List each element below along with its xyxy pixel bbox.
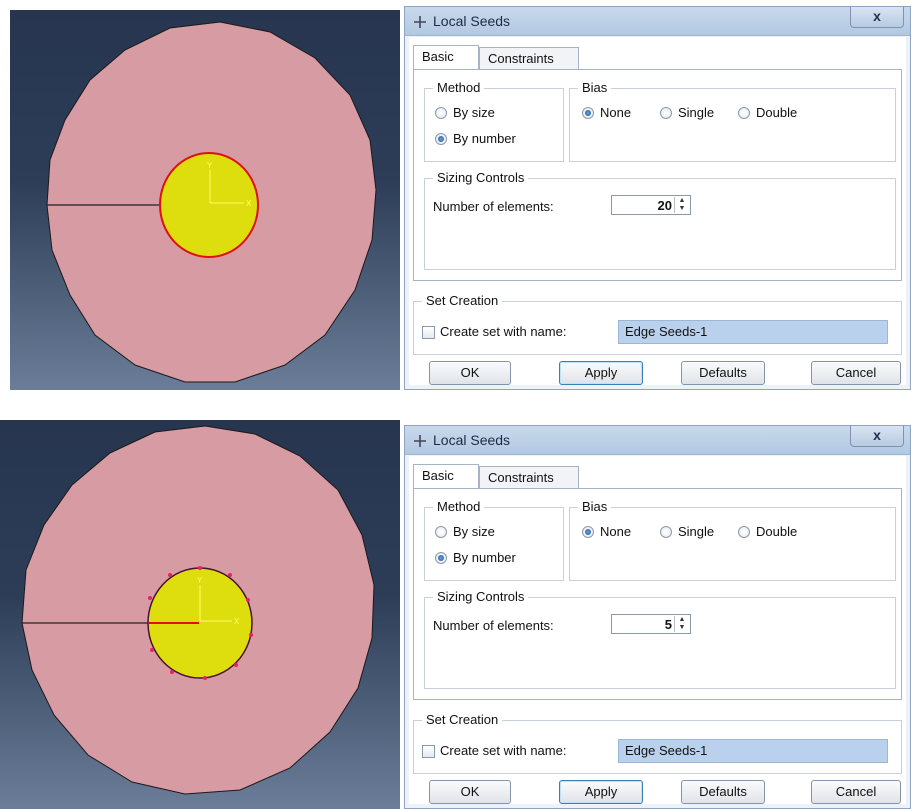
title-bar[interactable]: Local Seeds x: [405, 426, 910, 455]
axis-label-y: Y: [207, 161, 213, 170]
spin-down-icon[interactable]: ▼: [675, 624, 689, 632]
spin-up-icon[interactable]: ▲: [675, 616, 689, 624]
radio-bias-none[interactable]: None: [582, 524, 631, 539]
tab-constraints[interactable]: Constraints: [479, 466, 579, 488]
sizing-controls-group: Sizing Controls Number of elements: 20 ▲…: [424, 170, 896, 270]
radio-button[interactable]: [582, 525, 594, 538]
radio-label: Double: [756, 105, 798, 120]
spinner-buttons[interactable]: ▲ ▼: [674, 616, 689, 632]
radio-button[interactable]: [435, 132, 447, 145]
sizing-controls-group: Sizing Controls Number of elements: 5 ▲ …: [424, 589, 896, 689]
tab-basic[interactable]: Basic: [413, 464, 479, 488]
method-group-title: Method: [433, 499, 485, 514]
set-name-input[interactable]: Edge Seeds-1: [618, 739, 888, 763]
radio-bias-double[interactable]: Double: [738, 524, 797, 539]
tab-constraints[interactable]: Constraints: [479, 47, 579, 69]
sizing-group-title: Sizing Controls: [433, 589, 529, 604]
radio-label: None: [600, 524, 632, 539]
spinner-value: 5: [664, 617, 672, 632]
defaults-button[interactable]: Defaults: [681, 361, 765, 385]
radio-button[interactable]: [738, 106, 750, 119]
sizing-group-title: Sizing Controls: [433, 170, 529, 185]
tab-basic[interactable]: Basic: [413, 45, 479, 69]
set-creation-group: Set Creation Create set with name: Edge …: [413, 712, 902, 774]
radio-label: By number: [453, 131, 516, 146]
radio-bias-single[interactable]: Single: [660, 105, 714, 120]
method-group: Method By size By number: [424, 80, 564, 162]
radio-by-size[interactable]: By size: [435, 105, 495, 120]
radio-label: Single: [678, 105, 715, 120]
close-button[interactable]: x: [850, 7, 904, 28]
radio-label: By size: [453, 105, 495, 120]
dialog-body: Basic Constraints Method By size By numb…: [409, 456, 906, 804]
method-group: Method By size By number: [424, 499, 564, 581]
create-set-label: Create set with name:: [440, 324, 567, 339]
defaults-button[interactable]: Defaults: [681, 780, 765, 804]
number-of-elements-label: Number of elements:: [433, 199, 554, 214]
radio-label: By size: [453, 524, 495, 539]
spinner-buttons[interactable]: ▲ ▼: [674, 197, 689, 213]
ok-button[interactable]: OK: [429, 780, 511, 804]
basic-tab-panel: Method By size By number Bias None Singl…: [413, 69, 902, 281]
create-set-checkbox[interactable]: [422, 745, 435, 758]
number-of-elements-spinner[interactable]: 20 ▲ ▼: [611, 195, 691, 215]
crosshair-icon: [414, 16, 426, 28]
create-set-label: Create set with name:: [440, 743, 567, 758]
create-set-checkbox[interactable]: [422, 326, 435, 339]
set-creation-title: Set Creation: [422, 712, 503, 727]
set-creation-title: Set Creation: [422, 293, 503, 308]
bias-group: Bias None Single Double: [569, 499, 896, 581]
crosshair-icon: [414, 435, 426, 447]
axis-label-x: X: [234, 617, 240, 626]
apply-button[interactable]: Apply: [559, 361, 643, 385]
bias-group-title: Bias: [578, 499, 612, 514]
number-of-elements-label: Number of elements:: [433, 618, 554, 633]
method-group-title: Method: [433, 80, 485, 95]
local-seeds-dialog: Local Seeds x Basic Constraints Method B…: [404, 425, 911, 809]
radio-button[interactable]: [738, 525, 750, 538]
dialog-body: Basic Constraints Method By size By numb…: [409, 37, 906, 385]
radio-button[interactable]: [582, 106, 594, 119]
title-bar[interactable]: Local Seeds x: [405, 7, 910, 36]
radio-button[interactable]: [435, 551, 447, 564]
basic-tab-panel: Method By size By number Bias None Singl…: [413, 488, 902, 700]
radio-button[interactable]: [435, 525, 447, 538]
radio-bias-single[interactable]: Single: [660, 524, 714, 539]
axis-label-y: Y: [197, 576, 203, 585]
cancel-button[interactable]: Cancel: [811, 361, 901, 385]
panel-bottom: Y X Local Seeds x Basic Constraints Meth…: [0, 420, 911, 809]
radio-bias-none[interactable]: None: [582, 105, 631, 120]
panel-top: Y X Local Seeds x Basic Constraints Meth…: [0, 0, 911, 390]
radio-by-number[interactable]: By number: [435, 131, 516, 146]
radio-button[interactable]: [435, 106, 447, 119]
radio-button[interactable]: [660, 525, 672, 538]
radio-button[interactable]: [660, 106, 672, 119]
apply-button[interactable]: Apply: [559, 780, 643, 804]
close-button[interactable]: x: [850, 426, 904, 447]
radio-bias-double[interactable]: Double: [738, 105, 797, 120]
set-name-input[interactable]: Edge Seeds-1: [618, 320, 888, 344]
dialog-title: Local Seeds: [433, 13, 511, 29]
cancel-button[interactable]: Cancel: [811, 780, 901, 804]
radio-by-number[interactable]: By number: [435, 550, 516, 565]
radio-label: Single: [678, 524, 715, 539]
set-creation-group: Set Creation Create set with name: Edge …: [413, 293, 902, 355]
spin-down-icon[interactable]: ▼: [675, 205, 689, 213]
axis-label-x: X: [246, 199, 252, 208]
radio-label: None: [600, 105, 632, 120]
model-viewport[interactable]: Y X: [0, 420, 400, 809]
model-viewport[interactable]: Y X: [10, 10, 400, 390]
bias-group-title: Bias: [578, 80, 612, 95]
ok-button[interactable]: OK: [429, 361, 511, 385]
spin-up-icon[interactable]: ▲: [675, 197, 689, 205]
bias-group: Bias None Single Double: [569, 80, 896, 162]
dialog-title: Local Seeds: [433, 432, 511, 448]
radio-label: Double: [756, 524, 798, 539]
radio-by-size[interactable]: By size: [435, 524, 495, 539]
number-of-elements-spinner[interactable]: 5 ▲ ▼: [611, 614, 691, 634]
local-seeds-dialog: Local Seeds x Basic Constraints Method B…: [404, 6, 911, 390]
spinner-value: 20: [657, 198, 672, 213]
radio-label: By number: [453, 550, 516, 565]
